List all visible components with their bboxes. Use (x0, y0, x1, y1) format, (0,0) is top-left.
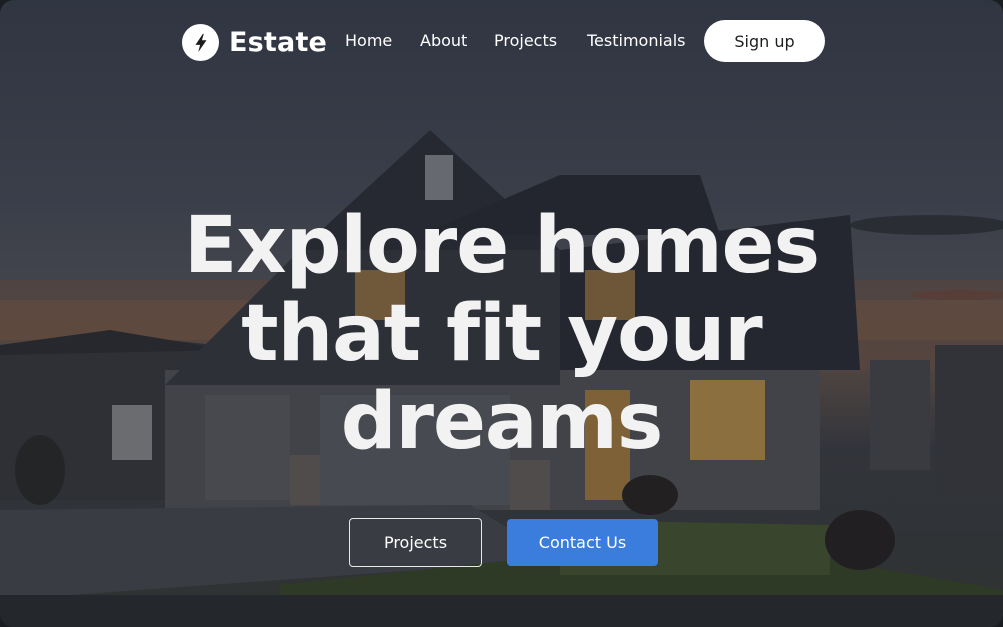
hero-section: Estate Home About Projects Testimonials … (0, 0, 1003, 627)
projects-button[interactable]: Projects (349, 518, 482, 567)
nav-link-testimonials[interactable]: Testimonials (587, 31, 686, 50)
top-navigation: Estate Home About Projects Testimonials … (0, 20, 1003, 64)
headline-line-1: Explore homes (184, 201, 820, 291)
nav-link-home[interactable]: Home (345, 31, 392, 50)
brand-logo[interactable]: Estate (182, 24, 327, 61)
hero-headline: Explore homes that fit your dreams (0, 202, 1003, 466)
nav-link-projects[interactable]: Projects (494, 31, 557, 50)
nav-link-about[interactable]: About (420, 31, 467, 50)
lightning-bolt-icon (182, 24, 219, 61)
signup-button[interactable]: Sign up (704, 20, 825, 62)
brand-name: Estate (229, 27, 328, 58)
headline-line-2: that fit your (241, 289, 762, 379)
headline-line-3: dreams (340, 377, 664, 467)
contact-us-button[interactable]: Contact Us (507, 519, 658, 566)
